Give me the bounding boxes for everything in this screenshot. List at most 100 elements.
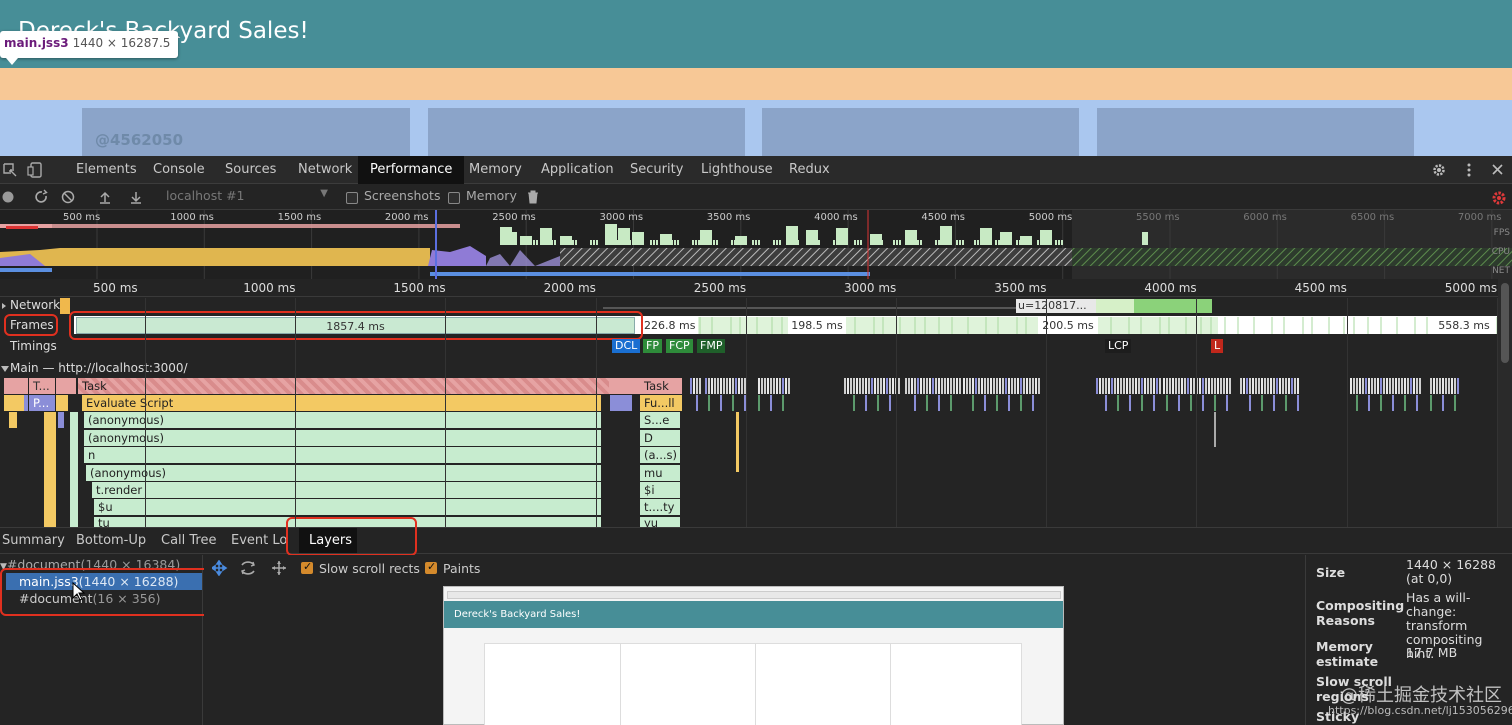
inspect-icon[interactable] (2, 162, 46, 178)
timeline-scrollbar[interactable] (1498, 279, 1512, 527)
flame-function[interactable]: (anonymous) (84, 430, 601, 446)
ruler-tick: 1000 ms (243, 281, 296, 295)
frame-block[interactable]: 558.3 ms (1434, 317, 1494, 334)
tab-call-tree[interactable]: Call Tree (161, 533, 217, 548)
tab-security[interactable]: Security (630, 156, 683, 184)
capture-settings-icon[interactable] (1490, 189, 1508, 207)
tooltip-name: main.jss3 (4, 36, 69, 50)
flame-function[interactable]: t.render (92, 482, 601, 498)
product-card[interactable] (1097, 108, 1414, 156)
tab-summary[interactable]: Summary (2, 533, 65, 548)
flame-function[interactable]: n (84, 447, 601, 463)
tab-performance[interactable]: Performance (358, 156, 465, 184)
timing-lcp-label: LCP (1108, 339, 1129, 352)
flame-evaluate-script[interactable]: Evaluate Script (82, 395, 601, 411)
ruler-gridline (1346, 298, 1348, 527)
flame-function[interactable]: D (640, 430, 680, 446)
ruler-tick: 2500 ms (693, 281, 747, 295)
tab-console[interactable]: Console (153, 156, 205, 184)
flame-task[interactable]: Task (640, 378, 682, 394)
trash-icon[interactable] (527, 190, 539, 204)
flame-function[interactable]: (anonymous) (84, 412, 601, 428)
flame-function[interactable]: mu (640, 465, 680, 481)
frame-block[interactable]: 226.8 ms (642, 317, 698, 334)
overview-tick: 4000 ms (814, 212, 858, 223)
flame-function[interactable]: $i (640, 482, 680, 498)
upload-icon (100, 191, 110, 204)
flame-function[interactable]: t....ty (640, 499, 680, 515)
overview-tick: 3500 ms (706, 212, 751, 223)
ruler-gridline (745, 298, 747, 527)
ruler-tick: 500 ms (93, 281, 138, 295)
flame-function[interactable]: yu (640, 517, 680, 527)
ruler-gridline (896, 298, 897, 527)
tab-memory[interactable]: Memory (469, 156, 522, 184)
flame-task[interactable]: T... (29, 378, 55, 394)
layer-preview[interactable]: Dereck's Backyard Sales! (443, 586, 1064, 725)
ruler-tick: 4000 ms (1144, 281, 1197, 295)
screenshots-label: Screenshots (364, 188, 441, 203)
flame-parse[interactable]: P... (29, 395, 55, 411)
gear-icon (1433, 164, 1445, 176)
timing-lcp[interactable]: LCP (1105, 339, 1132, 353)
profile-select[interactable]: localhost #1 ▼ (166, 188, 328, 203)
screenshots-checkbox[interactable] (346, 192, 358, 204)
timing-fmp-label: FMP (700, 339, 723, 352)
toolbar-icons (2, 189, 141, 204)
highlight-long-frame (69, 311, 643, 340)
tab-bottom-up[interactable]: Bottom-Up (76, 533, 146, 548)
tab-elements[interactable]: Elements (76, 156, 137, 184)
timing-fcp[interactable]: FCP (666, 339, 693, 353)
card-label: @4562050 (95, 131, 184, 149)
overview-tick: 1000 ms (170, 212, 214, 223)
pan-icon (212, 560, 228, 576)
timings-track-label[interactable]: Timings (10, 339, 57, 353)
flame-task[interactable]: Task (78, 378, 609, 394)
overview-tick: 2500 ms (492, 212, 536, 223)
timing-fmp[interactable]: FMP (697, 339, 726, 353)
tab-sources[interactable]: Sources (225, 156, 276, 184)
ruler-gridline (295, 298, 297, 527)
record-icon (2, 191, 14, 203)
flame-function[interactable]: S...e (640, 412, 680, 428)
tab-lighthouse[interactable]: Lighthouse (701, 156, 773, 184)
fps-lane-label: FPS (1493, 228, 1510, 238)
overview-tick: 2000 ms (384, 212, 429, 223)
tab-network[interactable]: Network (298, 156, 352, 184)
details-tabbar (0, 527, 1512, 554)
overview-tick: 7000 ms (1457, 212, 1502, 223)
tab-application[interactable]: Application (541, 156, 614, 184)
ruler-tick: 2000 ms (543, 281, 596, 295)
tab-event-log[interactable]: Event Log (231, 533, 287, 548)
timing-dcl[interactable]: DCL (612, 339, 641, 353)
slow-scroll-checkbox[interactable] (301, 560, 313, 574)
timing-dcl-label: DCL (615, 339, 638, 352)
memory-checkbox[interactable] (448, 192, 460, 204)
highlight-frames-label (4, 314, 58, 336)
timing-fp[interactable]: FP (643, 339, 662, 353)
site-banner-strip (0, 68, 1512, 100)
flame-function[interactable]: (anonymous) (86, 465, 601, 481)
close-icon (1492, 164, 1503, 175)
profile-select-value: localhost #1 (166, 188, 245, 203)
flame-function[interactable]: (a...s) (640, 447, 680, 463)
product-card[interactable] (428, 108, 745, 156)
tab-redux[interactable]: Redux (789, 156, 830, 184)
paints-checkbox[interactable] (425, 560, 437, 574)
memory-label: Memory (466, 188, 517, 203)
layer-preview-frame (447, 591, 1061, 599)
ruler-gridline (1496, 298, 1498, 527)
timing-load[interactable]: L (1211, 339, 1224, 353)
product-card[interactable] (762, 108, 1079, 156)
main-thread-label[interactable]: Main — http://localhost:3000/ (10, 361, 188, 375)
ruler-gridline (595, 298, 597, 527)
timing-load-label: L (1214, 339, 1221, 352)
network-request-label[interactable]: u=120817... (1018, 299, 1087, 312)
flame-function[interactable]: Fu...ll (640, 395, 682, 411)
detail-size-label: Size (1316, 565, 1346, 580)
flame-function[interactable]: $u (94, 499, 601, 515)
overview-tick: 4500 ms (921, 212, 965, 223)
frame-block[interactable]: 198.5 ms (788, 317, 846, 334)
network-track-label[interactable]: Network (10, 298, 60, 312)
more-icon (1467, 163, 1471, 177)
